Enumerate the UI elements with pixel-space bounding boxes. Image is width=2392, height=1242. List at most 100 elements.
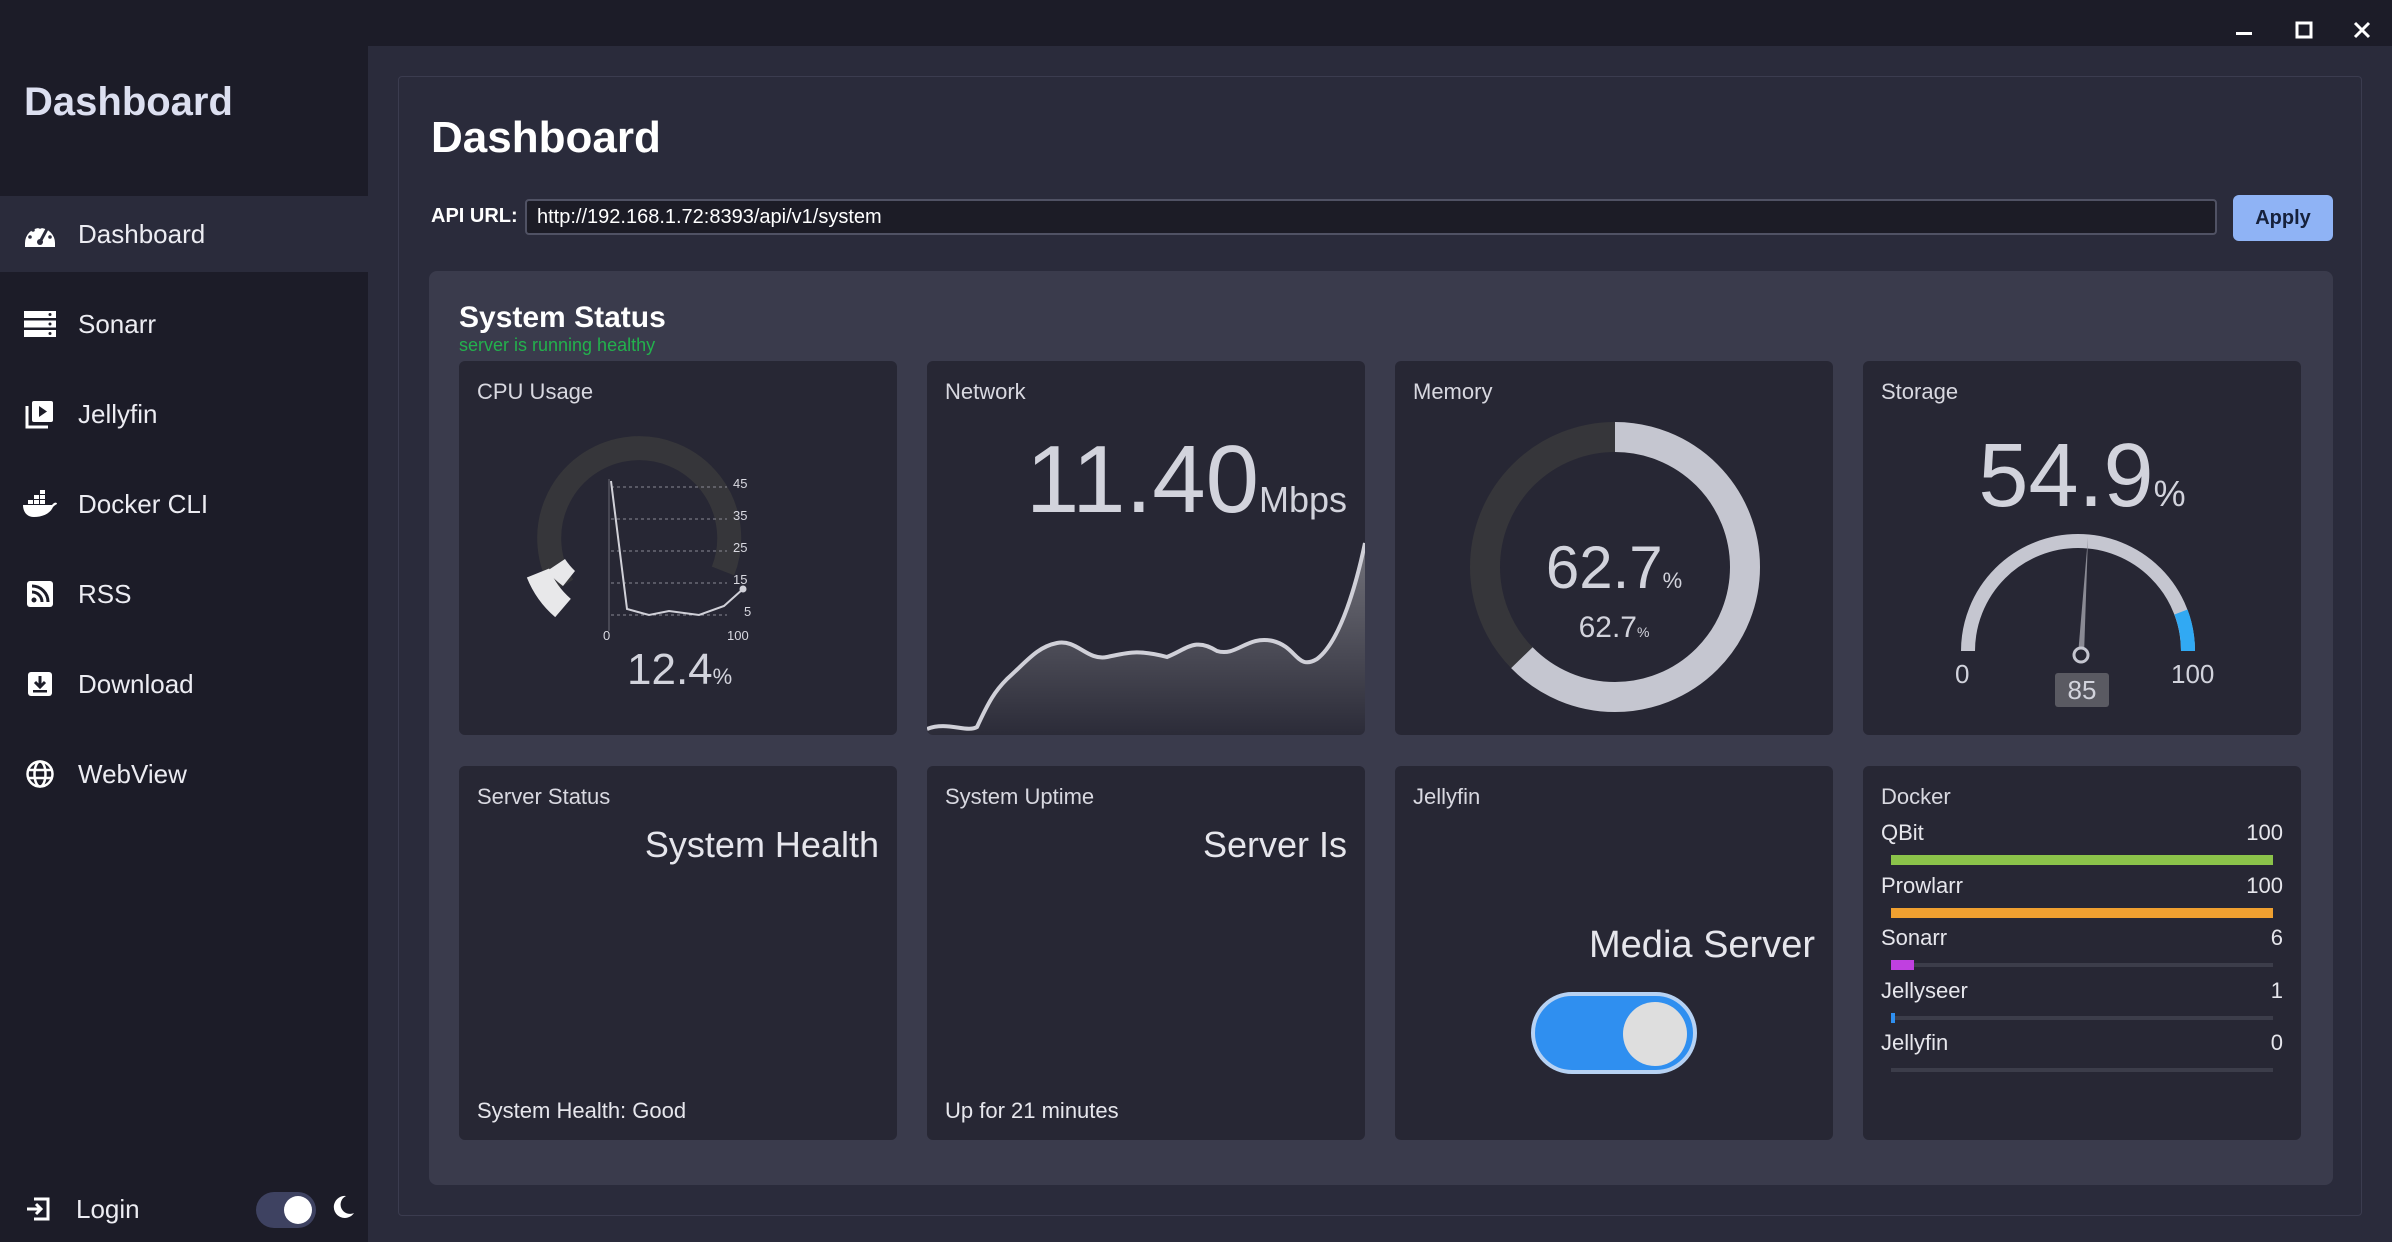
cpu-usage-card: CPU Usage 45 35 25 15 5 0 100 12.4% — [459, 361, 897, 735]
storage-gauge-alert — [2174, 609, 2196, 652]
sidebar-item-download[interactable]: Download — [0, 646, 368, 722]
memory-secondary-value: 62.7% — [1395, 611, 1833, 645]
jellyfin-toggle[interactable] — [1531, 992, 1697, 1074]
sidebar-item-label: Download — [78, 668, 194, 699]
docker-row-track — [1891, 960, 2273, 970]
docker-row-track — [1891, 855, 2273, 865]
system-status-title: System Status — [459, 301, 666, 334]
jellyfin-toggle-knob — [1623, 1002, 1687, 1066]
minimize-icon[interactable] — [2224, 10, 2264, 50]
system-uptime-card: System Uptime Server Is Up for 21 minute… — [927, 766, 1365, 1140]
main-content: Dashboard API URL: Apply System Status s… — [368, 46, 2392, 1242]
uptime-footer: Up for 21 minutes — [945, 1098, 1119, 1123]
server-icon — [22, 306, 58, 342]
system-status-section: System Status server is running healthy … — [429, 271, 2333, 1185]
storage-gauge-track — [1961, 534, 2195, 652]
dashboard-panel: Dashboard API URL: Apply System Status s… — [398, 76, 2362, 1216]
cpu-gauge-track — [537, 436, 742, 593]
sidebar-item-label: Sonarr — [78, 308, 157, 339]
cpu-value-unit: % — [712, 664, 733, 689]
storage-needle-value: 85 — [2067, 675, 2097, 705]
docker-icon — [22, 486, 58, 522]
cpu-tick-label: 5 — [744, 604, 752, 619]
cpu-axis-start: 0 — [603, 628, 611, 643]
docker-row-fill — [1891, 908, 2273, 918]
sidebar-item-label: Dashboard — [78, 218, 206, 249]
apply-button[interactable]: Apply — [2233, 195, 2333, 241]
login-label: Login — [76, 1193, 140, 1224]
memory-value-unit: % — [1662, 568, 1683, 593]
moon-icon[interactable] — [330, 1194, 360, 1224]
cpu-value: 12.4% — [627, 645, 732, 695]
rss-icon — [22, 576, 58, 612]
cpu-axis-end: 100 — [727, 628, 749, 643]
maximize-icon[interactable] — [2284, 10, 2324, 50]
api-url-input[interactable] — [525, 199, 2217, 235]
sidebar-item-webview[interactable]: WebView — [0, 736, 368, 812]
sidebar-item-label: RSS — [78, 578, 132, 609]
docker-row-value: 100 — [2246, 873, 2283, 898]
docker-row-value: 0 — [2270, 1030, 2283, 1055]
card-label: Server Status — [477, 784, 611, 809]
storage-gauge-pivot — [2072, 646, 2090, 664]
server-status-headline: System Health — [644, 824, 879, 865]
docker-row-value: 6 — [2270, 925, 2283, 950]
uptime-headline: Server Is — [1202, 824, 1347, 865]
sidebar-item-rss[interactable]: RSS — [0, 556, 368, 632]
docker-row-fill — [1891, 960, 1914, 970]
docker-row-value: 100 — [2246, 820, 2283, 845]
memory-value: 62.7% — [1395, 533, 1833, 602]
docker-row-name: Jellyseer — [1881, 978, 1968, 1003]
page-title: Dashboard — [431, 113, 661, 162]
storage-max: 100 — [2171, 659, 2215, 689]
jellyfin-card: Jellyfin Media Server — [1395, 766, 1833, 1140]
close-icon[interactable] — [2342, 10, 2382, 50]
docker-row-name: Sonarr — [1881, 925, 1948, 950]
storage-gauge-needle — [2078, 537, 2088, 655]
speedometer-icon — [22, 216, 58, 252]
memory-value-number: 62.7 — [1545, 534, 1663, 601]
cpu-tick-label: 45 — [733, 476, 748, 491]
docker-row-name: QBit — [1881, 820, 1924, 845]
network-sparkline — [927, 542, 1365, 735]
sidebar-item-dashboard[interactable]: Dashboard — [0, 196, 368, 272]
sidebar-item-label: Docker CLI — [78, 488, 209, 519]
docker-row-value: 1 — [2270, 978, 2283, 1003]
card-label: Docker — [1881, 784, 1951, 809]
card-label: Jellyfin — [1413, 784, 1481, 809]
docker-row-fill — [1891, 855, 2273, 865]
memory-card: Memory 62.7% 62.7% — [1395, 361, 1833, 735]
cpu-tick-label: 25 — [733, 540, 748, 555]
docker-row-track — [1891, 1068, 2273, 1072]
docker-row-name: Prowlarr — [1881, 873, 1963, 898]
card-label: System Uptime — [945, 784, 1095, 809]
cpu-tick-label: 15 — [733, 572, 748, 587]
sidebar-item-docker-cli[interactable]: Docker CLI — [0, 466, 368, 542]
cpu-value-number: 12.4 — [627, 645, 713, 694]
memory-secondary-unit: % — [1636, 624, 1650, 640]
network-card: Network 11.40Mbps — [927, 361, 1365, 735]
sidebar-item-jellyfin[interactable]: Jellyfin — [0, 376, 368, 452]
theme-toggle[interactable] — [256, 1192, 316, 1228]
cpu-tick-label: 35 — [733, 508, 748, 523]
video-library-icon — [22, 396, 58, 432]
docker-card: Docker QBit 100 Prowlarr 100 Sonarr 6 Je… — [1863, 766, 2301, 1140]
docker-row-track — [1891, 1013, 2273, 1023]
globe-icon — [22, 756, 58, 792]
sidebar-item-label: WebView — [78, 758, 187, 789]
storage-card: Storage 54.9% 0 100 85 — [1863, 361, 2301, 735]
download-icon — [22, 666, 58, 702]
system-status-subtitle: server is running healthy — [459, 335, 656, 355]
sidebar-item-label: Jellyfin — [78, 398, 158, 429]
server-status-card: Server Status System Health System Healt… — [459, 766, 897, 1140]
docker-row-track — [1891, 908, 2273, 918]
sidebar: Dashboard Dashboard Sonarr Jellyfin Dock… — [0, 0, 368, 1242]
theme-toggle-knob — [284, 1196, 312, 1224]
sidebar-item-sonarr[interactable]: Sonarr — [0, 286, 368, 362]
api-url-label: API URL: — [431, 205, 518, 227]
sidebar-title: Dashboard — [24, 80, 233, 124]
memory-secondary-number: 62.7 — [1578, 611, 1637, 644]
server-status-footer: System Health: Good — [477, 1098, 687, 1123]
login-button[interactable]: Login — [0, 1176, 240, 1242]
login-icon — [20, 1191, 56, 1227]
